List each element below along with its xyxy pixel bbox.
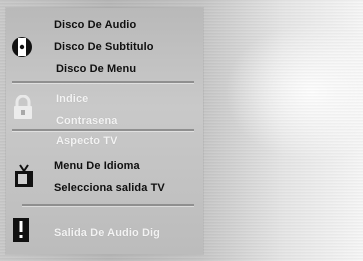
- menu-item-contrasena[interactable]: Contrasena: [56, 114, 118, 128]
- menu-item-disco-de-subtitulo[interactable]: Disco De Subtitulo: [54, 40, 154, 54]
- dvd-setup-screen: Disco De Audio Disco De Subtitulo Disco …: [0, 0, 363, 261]
- setup-menu-panel: Disco De Audio Disco De Subtitulo Disco …: [6, 8, 203, 254]
- menu-item-indice[interactable]: Indice: [56, 92, 88, 106]
- menu-group-disc: Disco De Audio Disco De Subtitulo Disco …: [6, 8, 203, 80]
- warning-icon: [13, 218, 29, 242]
- disc-icon: [12, 37, 32, 57]
- lock-icon: [14, 95, 32, 119]
- menu-item-selecciona-salida-tv[interactable]: Selecciona salida TV: [54, 181, 165, 195]
- menu-item-menu-de-idioma[interactable]: Menu De Idioma: [54, 159, 140, 173]
- menu-group-audio-output: Salida De Audio Dig: [6, 206, 203, 254]
- menu-group-tv: Aspecto TV Menu De Idioma Selecciona sal…: [6, 131, 203, 215]
- menu-item-salida-de-audio-digital[interactable]: Salida De Audio Dig: [54, 226, 160, 240]
- menu-item-disco-de-menu[interactable]: Disco De Menu: [56, 62, 136, 76]
- menu-item-disco-de-audio[interactable]: Disco De Audio: [54, 18, 136, 32]
- tv-icon: [15, 164, 33, 187]
- menu-item-aspecto-tv[interactable]: Aspecto TV: [56, 134, 118, 148]
- menu-group-parental: Indice Contrasena: [6, 83, 203, 131]
